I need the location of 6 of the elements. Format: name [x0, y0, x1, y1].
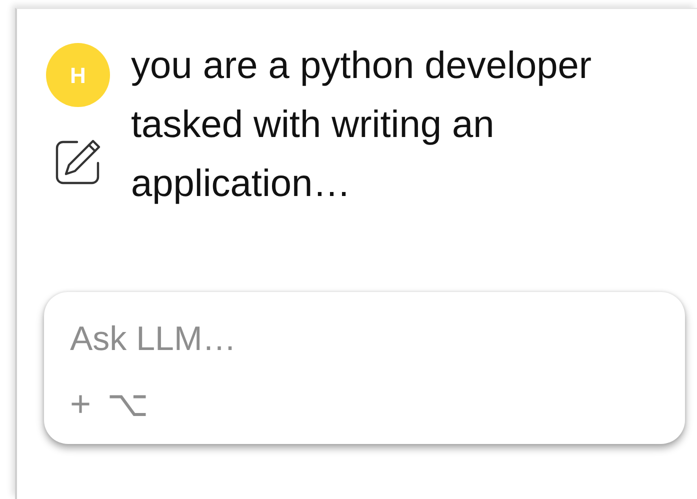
user-avatar: H	[46, 43, 110, 107]
edit-icon[interactable]	[55, 139, 101, 185]
prompt-field[interactable]: Ask LLM…	[70, 314, 659, 365]
message-text: you are a python developer tasked with writing an application…	[131, 44, 593, 207]
option-key-button[interactable]: ⌥	[107, 386, 148, 422]
add-button[interactable]: +	[70, 386, 92, 422]
